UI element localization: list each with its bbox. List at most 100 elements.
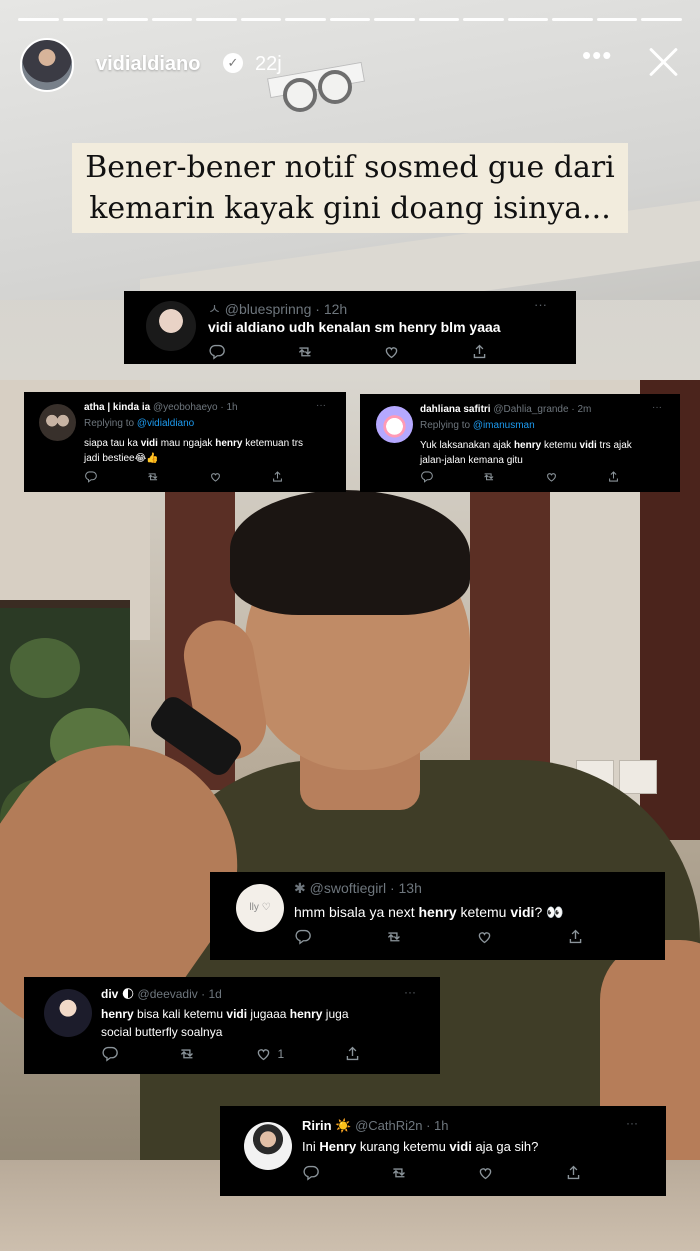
progress-segment — [18, 18, 59, 21]
tweet-avatar — [244, 1122, 292, 1170]
retweet-icon — [148, 473, 158, 481]
like-button[interactable] — [545, 470, 558, 483]
tweet-more-icon: ··· — [316, 400, 326, 411]
reply-icon — [209, 344, 225, 360]
tweet-text-line: Yuk laksanakan ajak henry ketemu vidi tr… — [420, 438, 675, 453]
retweet-button[interactable] — [482, 470, 495, 483]
tweet-text-fragment: Yuk laksanakan ajak — [420, 440, 514, 451]
tweet-text-fragment: jugaaa — [247, 1007, 290, 1021]
tweet-actions — [208, 343, 488, 360]
tweet-keyword: vidi — [226, 1007, 248, 1021]
retweet-icon — [387, 932, 400, 942]
tweet-text: hmm bisala ya next henry ketemu vidi? 👀 — [294, 904, 564, 921]
reply-button[interactable] — [294, 928, 311, 945]
tweet-header: atha | kinda ia @yeobohaeyo · 1h — [84, 402, 334, 413]
progress-segment — [418, 18, 460, 21]
reply-button[interactable] — [302, 1164, 319, 1181]
progress-segment — [463, 18, 504, 21]
tweet-header: ㅅ @bluesprinng · 12h — [208, 299, 347, 319]
tweet-handle: @deevadiv — [137, 987, 198, 1001]
reply-button[interactable] — [101, 1045, 118, 1062]
like-button[interactable]: 1 — [255, 1045, 284, 1062]
share-icon — [569, 929, 582, 944]
like-button[interactable] — [383, 343, 400, 360]
share-icon — [346, 1046, 359, 1061]
tweet-name-prefix: ✱ — [294, 880, 306, 896]
share-button[interactable] — [607, 470, 620, 483]
tweet-keyword: henry — [398, 319, 437, 335]
share-button[interactable] — [565, 1164, 582, 1181]
tweet-replying: Replying to @vidialdiano — [84, 418, 194, 429]
sun-icon: ☀️ — [335, 1118, 352, 1133]
share-icon — [567, 1165, 580, 1180]
retweet-icon — [180, 1049, 193, 1059]
like-icon — [480, 1168, 492, 1180]
progress-segment — [641, 18, 682, 21]
tweet-actions: 1 — [101, 1045, 361, 1062]
tweet-actions — [420, 470, 620, 483]
reply-button[interactable] — [208, 343, 225, 360]
tweet-keyword: vidi — [449, 1139, 472, 1154]
tweet-handle: @swoftiegirl — [309, 880, 387, 896]
tweet-header: dahliana safitri @Dahlia_grande · 2m — [420, 404, 670, 415]
tweet-time: · 12h — [315, 301, 348, 317]
tweet-actions — [294, 928, 584, 945]
progress-segment — [552, 18, 593, 21]
story-caption: Bener-bener notif sosmed gue dari kemari… — [72, 143, 628, 233]
tweet-keyword: blm yaaa — [436, 319, 501, 335]
progress-segment — [196, 18, 237, 21]
like-button[interactable] — [476, 928, 493, 945]
share-icon — [609, 471, 618, 482]
progress-segment — [329, 18, 371, 21]
like-icon — [257, 1049, 269, 1061]
tweet-header: ✱ @swoftiegirl · 13h — [294, 880, 422, 897]
tweet-text-fragment: ketemuan trs — [242, 438, 304, 449]
story-username[interactable]: vidialdiano — [96, 53, 200, 76]
caption-line: kemarin kayak gini doang isinya... — [89, 191, 611, 226]
tweet-keyword: henry — [418, 904, 457, 920]
progress-segment — [107, 18, 148, 21]
retweet-button[interactable] — [390, 1164, 407, 1181]
progress-segment — [374, 18, 415, 21]
retweet-button[interactable] — [146, 470, 159, 483]
share-button[interactable] — [344, 1045, 361, 1062]
replying-to-link[interactable]: @vidialdiano — [137, 418, 194, 429]
tweet-text: vidi aldiano udh kenalan sm henry blm ya… — [208, 319, 501, 335]
tweet-keyword: henry — [215, 438, 243, 449]
retweet-icon — [298, 347, 311, 357]
close-icon[interactable] — [646, 44, 682, 80]
reply-button[interactable] — [420, 470, 433, 483]
like-button[interactable] — [477, 1164, 494, 1181]
tweet-time: · 2m — [571, 404, 592, 415]
like-icon — [546, 473, 556, 482]
like-button[interactable] — [209, 470, 222, 483]
tweet-text-fragment: jadi bestiee😂👍 — [84, 453, 159, 464]
tweet-keyword: aldiano udh kenalan sm — [232, 319, 399, 335]
retweet-button[interactable] — [178, 1045, 195, 1062]
tweet-text-fragment: mau ngajak — [157, 438, 216, 449]
retweet-icon — [392, 1168, 405, 1178]
share-button[interactable] — [471, 343, 488, 360]
tweet-text-fragment: social butterfly soalnya — [101, 1025, 223, 1039]
door-frame — [470, 470, 550, 800]
tweet-replying: Replying to @imanusman — [420, 420, 535, 431]
retweet-button[interactable] — [296, 343, 313, 360]
tweet-avatar — [146, 301, 196, 351]
share-button[interactable] — [271, 470, 284, 483]
tweet-text-fragment: ? 👀 — [534, 904, 564, 920]
story-header: vidialdiano ✓ 22j ••• — [20, 38, 680, 92]
tweet-actions — [302, 1164, 582, 1181]
more-options-button[interactable]: ••• — [582, 42, 612, 74]
reply-icon — [295, 929, 311, 945]
reply-button[interactable] — [84, 470, 97, 483]
tweet-time: · 1d — [201, 987, 222, 1001]
tweet-screenshot: div 🌓 @deevadiv · 1d ··· henry bisa kali… — [24, 977, 440, 1074]
share-button[interactable] — [567, 928, 584, 945]
progress-segment — [151, 18, 193, 21]
replying-to-link[interactable]: @imanusman — [473, 420, 535, 431]
progress-segment — [240, 18, 282, 21]
tweet-avatar — [376, 406, 413, 443]
profile-avatar[interactable] — [20, 38, 74, 92]
retweet-button[interactable] — [385, 928, 402, 945]
tweet-avatar — [39, 404, 76, 441]
